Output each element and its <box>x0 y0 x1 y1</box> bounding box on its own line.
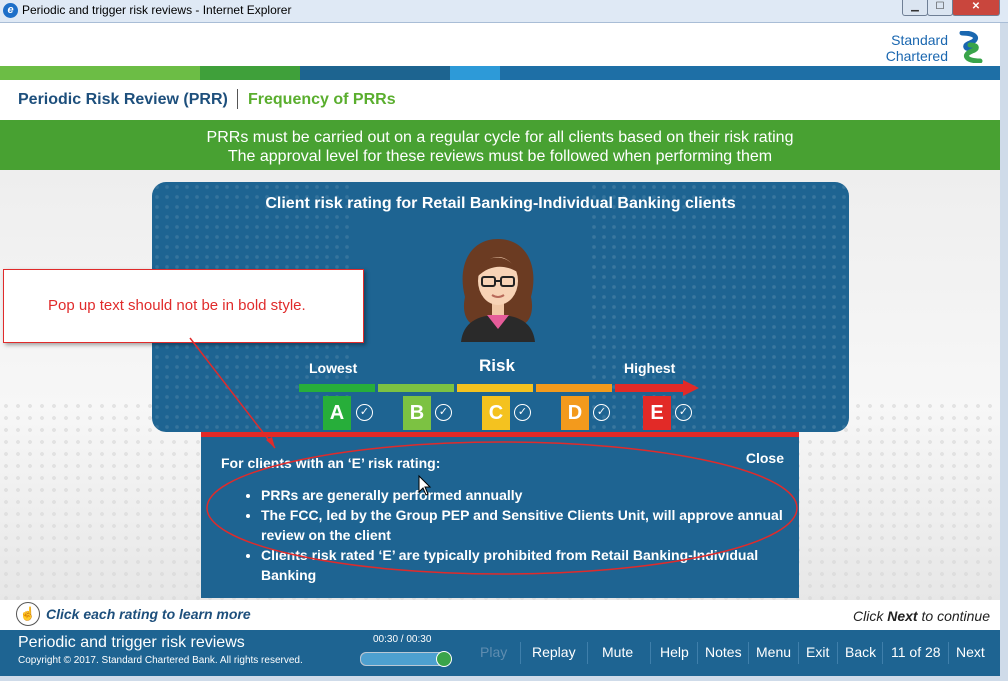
menu-button[interactable]: Menu <box>756 644 791 660</box>
popup-bullet: PRRs are generally performed annually <box>261 485 786 505</box>
rating-e-check-icon: ✓ <box>675 404 692 421</box>
close-window-button[interactable]: ✕ <box>952 0 1000 16</box>
lowest-label: Lowest <box>309 360 358 376</box>
exit-button[interactable]: Exit <box>806 644 829 660</box>
intro-banner: PRRs must be carried out on a regular cy… <box>0 120 1000 170</box>
rating-e-button[interactable]: E <box>643 396 671 430</box>
continue-hint-next: Next <box>887 608 918 624</box>
logo-mark-icon <box>959 31 983 63</box>
rating-c-check-icon: ✓ <box>514 404 531 421</box>
tap-hand-icon: ☝ <box>16 602 40 626</box>
minimize-button[interactable]: ▁ <box>902 0 928 16</box>
page-counter: 11 of 28 <box>891 644 941 660</box>
course-title: Periodic and trigger risk reviews <box>18 634 245 651</box>
brand-color-bar <box>0 66 1000 80</box>
player-footer: Periodic and trigger risk reviews Copyri… <box>0 630 1000 676</box>
breadcrumb-divider <box>237 89 238 109</box>
window-titlebar: e Periodic and trigger risk reviews - In… <box>0 0 1008 23</box>
continue-hint: Click Next to continue <box>853 608 990 624</box>
card-title: Client risk rating for Retail Banking-In… <box>265 195 736 212</box>
rating-d-check-icon: ✓ <box>593 404 610 421</box>
breadcrumb: Periodic Risk Review (PRR) Frequency of … <box>0 80 1000 121</box>
maximize-button[interactable]: ☐ <box>927 0 953 16</box>
internet-explorer-icon: e <box>3 3 18 18</box>
continue-hint-pre: Click <box>853 608 888 624</box>
review-comment-box: Pop up text should not be in bold style. <box>3 269 364 343</box>
back-button[interactable]: Back <box>845 644 876 660</box>
help-button[interactable]: Help <box>660 644 689 660</box>
logo-line-1: Standard <box>891 32 948 48</box>
replay-button[interactable]: Replay <box>532 644 576 660</box>
popup-bullet-list: PRRs are generally performed annually Th… <box>243 485 786 585</box>
window-right-border <box>1000 23 1008 681</box>
risk-label: Risk <box>479 356 515 375</box>
instruction-text: Click each rating to learn more <box>46 606 251 622</box>
rating-e-popup: For clients with an ‘E’ risk rating: Clo… <box>201 432 799 598</box>
popup-bullet: The FCC, led by the Group PEP and Sensit… <box>261 505 786 545</box>
rating-a-button[interactable]: A <box>323 396 351 430</box>
continue-hint-post: to continue <box>917 608 990 624</box>
rating-b-button[interactable]: B <box>403 396 431 430</box>
risk-scale-arrow <box>299 380 699 396</box>
window-bottom-border <box>0 676 1000 681</box>
rating-c-button[interactable]: C <box>482 396 510 430</box>
breadcrumb-module: Periodic Risk Review (PRR) <box>18 91 228 108</box>
breadcrumb-page: Frequency of PRRs <box>248 91 396 108</box>
highest-label: Highest <box>624 360 676 376</box>
playback-timer: 00:30 / 00:30 <box>373 634 432 645</box>
review-comment-text: Pop up text should not be in bold style. <box>48 297 306 314</box>
copyright-text: Copyright © 2017. Standard Chartered Ban… <box>18 655 303 666</box>
logo-text: Standard Chartered <box>886 32 948 64</box>
course-header: Standard Chartered <box>0 23 1000 66</box>
rating-d-button[interactable]: D <box>561 396 589 430</box>
notes-button[interactable]: Notes <box>705 644 742 660</box>
popup-heading: For clients with an ‘E’ risk rating: <box>221 455 441 471</box>
rating-b-check-icon: ✓ <box>435 404 452 421</box>
instruction-row: ☝ Click each rating to learn more Click … <box>0 600 1000 630</box>
banner-line-2: The approval level for these reviews mus… <box>227 148 773 165</box>
rating-a-check-icon: ✓ <box>356 404 373 421</box>
logo-line-2: Chartered <box>885 48 948 64</box>
popup-bullet: Clients risk rated ‘E’ are typically pro… <box>261 545 786 585</box>
play-button[interactable]: Play <box>480 644 507 660</box>
playback-progress-slider[interactable] <box>360 651 452 667</box>
client-avatar-icon <box>461 239 535 342</box>
progress-knob[interactable] <box>436 651 452 667</box>
mute-button[interactable]: Mute <box>602 644 633 660</box>
window-title: Periodic and trigger risk reviews - Inte… <box>22 3 292 17</box>
popup-close-button[interactable]: Close <box>746 450 784 466</box>
next-button[interactable]: Next <box>956 644 985 660</box>
banner-line-1: PRRs must be carried out on a regular cy… <box>206 129 794 146</box>
